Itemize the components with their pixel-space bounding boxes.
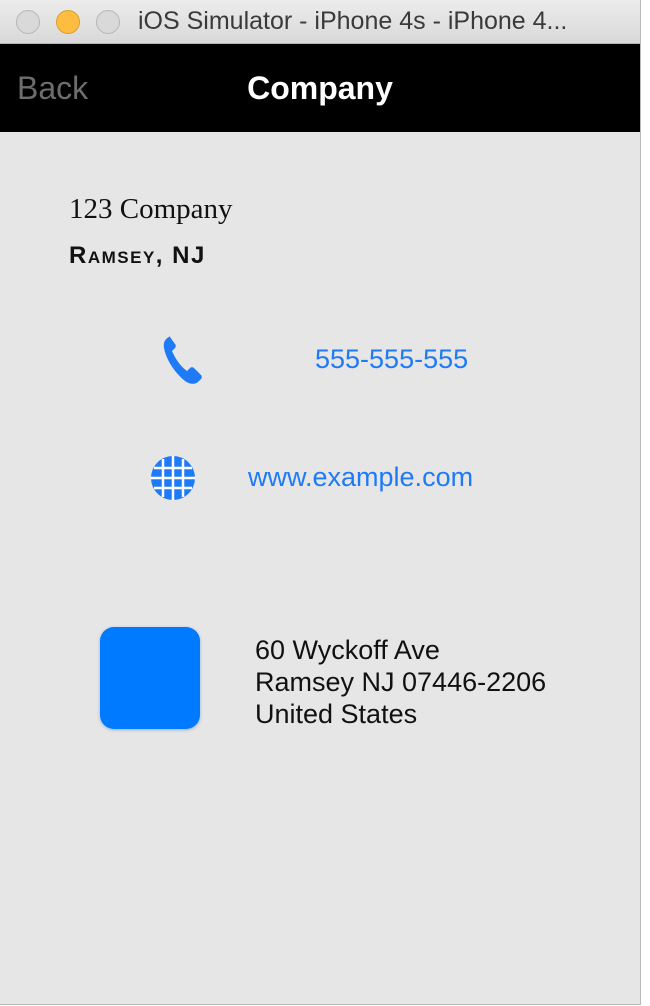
phone-link[interactable]: 555-555-555 [315,344,468,375]
phone-icon[interactable] [160,334,206,388]
window-titlebar: iOS Simulator - iPhone 4s - iPhone 4... [0,0,640,44]
window-title: iOS Simulator - iPhone 4s - iPhone 4... [138,7,568,35]
address-block: 60 Wyckoff Ave Ramsey NJ 07446-2206 Unit… [255,634,546,730]
address-line-1: 60 Wyckoff Ave [255,635,440,665]
close-window-button[interactable] [16,10,40,34]
company-name: 123 Company [69,193,233,225]
navigation-bar: Back Company [0,44,640,132]
zoom-window-button[interactable] [96,10,120,34]
address-line-2: Ramsey NJ 07446-2206 [255,667,547,697]
minimize-window-button[interactable] [56,10,80,34]
nav-title: Company [247,70,393,106]
company-city: Ramsey, NJ [69,242,206,269]
website-link[interactable]: www.example.com [248,462,473,493]
globe-icon[interactable] [149,454,197,502]
simulator-window: iOS Simulator - iPhone 4s - iPhone 4... … [0,0,641,1005]
address-line-3: United States [255,699,418,729]
map-tile[interactable] [100,627,200,729]
